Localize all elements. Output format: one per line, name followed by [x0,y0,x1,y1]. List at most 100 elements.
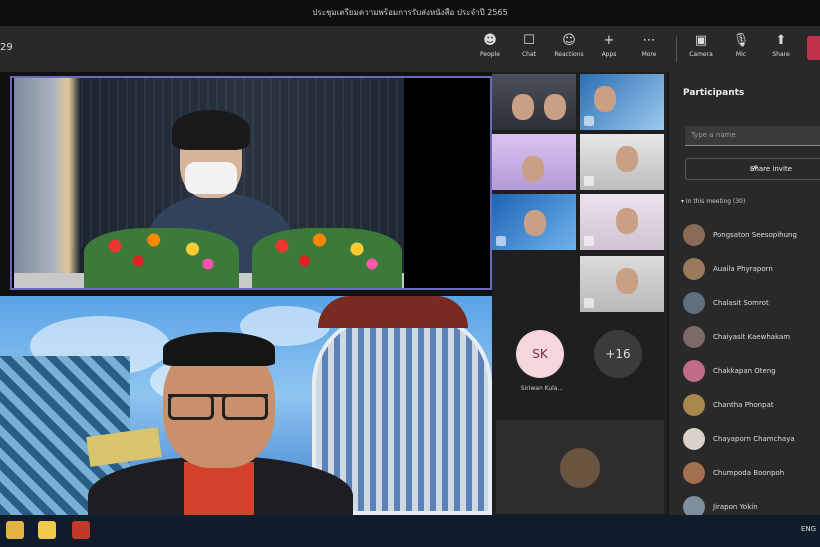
presenter-shirt [184,462,254,515]
mic-off-icon [584,116,594,126]
participant-avatar-sk[interactable]: SK [516,330,564,378]
participant-name: Auaila Phyraporn [713,265,773,273]
share-button[interactable]: ⬆ Share [764,32,798,66]
avatar [683,292,705,314]
leave-button[interactable] [807,36,820,60]
participant-face [544,94,566,120]
participant-name: Jirapon Yokin [713,503,758,511]
participant-name: Chakkapan Oteng [713,367,776,375]
participant-search-input[interactable]: Type a name [685,126,820,146]
mic-label: Mic [735,51,747,58]
presenter-glasses [168,394,268,420]
gallery-tile[interactable] [492,74,576,130]
section-label: In this meeting (30) [685,198,746,205]
gallery-tile[interactable] [580,256,664,312]
share-label: Share [772,51,790,58]
avatar [683,326,705,348]
apps-icon: + [603,33,615,48]
gallery-tile[interactable] [580,74,664,130]
more-button[interactable]: ⋯ More [632,32,666,66]
avatar [683,462,705,484]
chat-icon: ☐ [523,33,535,48]
camera-button[interactable]: ▣ Camera [684,32,718,66]
participant-row[interactable]: Chantha Phonpat [683,392,820,420]
more-icon: ⋯ [642,33,656,48]
participant-row[interactable]: Chumpoda Boonpoh [683,460,820,488]
folder-icon[interactable] [38,521,56,539]
mic-off-icon [584,298,594,308]
gallery-tile[interactable] [580,194,664,250]
panel-title: Participants [683,88,745,98]
participant-row[interactable]: Chalasit Somrot [683,290,820,318]
participants-panel: Participants Type a name ☍ Share invite … [668,72,820,518]
mic-off-icon [584,176,594,186]
avatar [683,224,705,246]
apps-label: Apps [601,51,617,58]
system-tray[interactable]: ENG [801,525,816,533]
mic-button[interactable]: 🎙 Mic [724,32,758,66]
file-explorer-icon[interactable] [6,521,24,539]
gallery-tile-large[interactable] [496,420,664,514]
more-label: More [641,51,657,58]
participant-video-active[interactable] [0,296,492,515]
gallery-tile[interactable] [492,194,576,250]
participant-name: Chayaporn Chamchaya [713,435,795,443]
people-icon: ☻ [483,33,497,48]
presenter-hair [163,332,275,366]
window-title: ประชุมเตรียมความพร้อมการรับส่งหนังสือ ปร… [0,0,820,26]
participant-face [616,146,638,172]
participant-row[interactable]: Chayaporn Chamchaya [683,426,820,454]
chat-label: Chat [521,51,537,58]
share-invite-button[interactable]: ☍ Share invite [685,158,820,180]
main-stage [0,72,492,515]
people-button[interactable]: ☻ People [473,32,507,66]
mic-off-icon [584,236,594,246]
flower-arrangement-right [252,228,402,288]
avatar [683,360,705,382]
avatar [683,428,705,450]
flower-arrangement-left [84,228,239,288]
face-mask [185,162,237,194]
participant-face [616,268,638,294]
mic-icon: 🎙 [732,33,750,48]
meeting-timer: 29 [0,42,13,53]
participant-video-pinned[interactable] [10,76,492,290]
participant-name: Chantha Phonpat [713,401,774,409]
apps-button[interactable]: + Apps [592,32,626,66]
avatar-name: Siriwan Kula... [520,385,564,392]
avatar [683,258,705,280]
mic-off-icon [496,236,506,246]
toolbar-divider [676,36,677,62]
avatar-initials: SK [532,347,548,361]
reactions-label: Reactions [554,51,584,58]
camera-icon: ▣ [694,33,708,48]
participant-face [616,208,638,234]
participant-face [522,156,544,182]
gallery-tile[interactable] [580,134,664,190]
in-meeting-section-header[interactable]: ▾ In this meeting (30) [681,198,745,205]
os-taskbar: ENG [0,515,820,547]
reactions-button[interactable]: ☺ Reactions [552,32,586,66]
participant-face [512,94,534,120]
meeting-toolbar: 29 ☻ People ☐ Chat ☺ Reactions + Apps ⋯ … [0,26,820,72]
participant-name: Chumpoda Boonpoh [713,469,785,477]
people-label: People [480,51,500,58]
app-icon[interactable] [72,521,90,539]
participant-row[interactable]: Chakkapan Oteng [683,358,820,386]
building-roof [318,296,468,328]
participant-row[interactable]: Chaiyasit Kaewhakam [683,324,820,352]
share-icon: ⬆ [775,33,787,48]
gallery-tile[interactable] [492,134,576,190]
chat-button[interactable]: ☐ Chat [512,32,546,66]
participant-face [594,86,616,112]
share-invite-icon: ☍ [750,164,759,173]
participant-row[interactable]: Auaila Phyraporn [683,256,820,284]
reactions-icon: ☺ [562,33,576,48]
more-count: +16 [605,347,631,361]
participant-row[interactable]: Pongsaton Seesopihung [683,222,820,250]
participant-name: Chaiyasit Kaewhakam [713,333,791,341]
more-participants-avatar[interactable]: +16 [594,330,642,378]
participant-face [560,448,600,488]
participant-name: Pongsaton Seesopihung [713,231,797,239]
participant-name: Chalasit Somrot [713,299,769,307]
